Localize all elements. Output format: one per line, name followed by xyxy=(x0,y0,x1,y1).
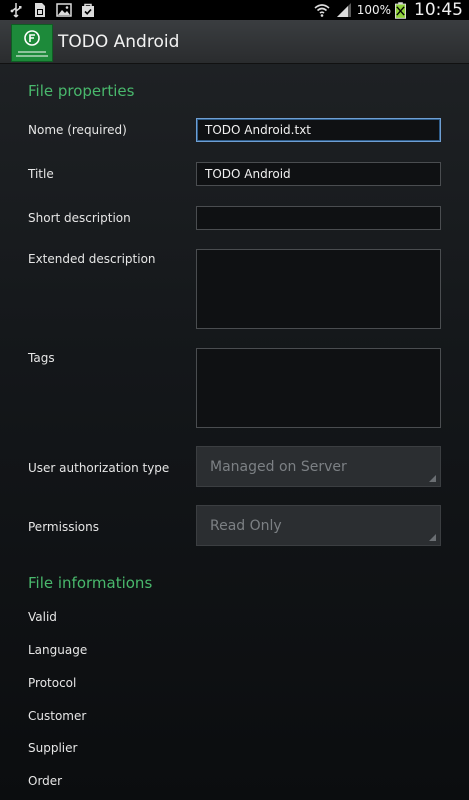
battery-percent: 100% xyxy=(356,3,391,17)
permissions-value: Read Only xyxy=(210,518,282,534)
info-customer-label: Customer xyxy=(28,709,87,723)
file-informations-heading: File informations xyxy=(28,574,153,592)
title-label: Title xyxy=(28,167,54,181)
tags-input[interactable] xyxy=(196,348,441,428)
signal-icon xyxy=(336,3,351,17)
file-properties-heading: File properties xyxy=(28,82,135,100)
notification-icons xyxy=(8,2,96,18)
wifi-icon xyxy=(314,4,330,17)
clock: 10:45 xyxy=(414,0,463,20)
sim-icon xyxy=(35,3,45,17)
action-bar: TODO Android xyxy=(0,20,469,64)
permissions-spinner[interactable]: Read Only xyxy=(196,505,441,546)
name-input[interactable]: TODO Android.txt xyxy=(196,118,441,142)
system-indicators: 100% 10:45 xyxy=(313,0,463,20)
app-logo-icon xyxy=(14,30,50,58)
permissions-label: Permissions xyxy=(28,520,99,534)
info-language-label: Language xyxy=(28,643,88,657)
check-bag-icon xyxy=(82,3,94,17)
extended-description-input[interactable] xyxy=(196,249,441,329)
image-icon xyxy=(56,3,72,17)
auth-type-spinner[interactable]: Managed on Server xyxy=(196,446,441,487)
file-properties-form: File properties Nome (required) TODO And… xyxy=(0,64,469,800)
auth-type-label: User authorization type xyxy=(28,461,170,475)
app-title: TODO Android xyxy=(58,32,180,52)
name-label: Nome (required) xyxy=(28,123,127,137)
info-order-label: Order xyxy=(28,774,63,788)
short-description-input[interactable] xyxy=(196,206,441,230)
extended-description-label: Extended description xyxy=(28,252,156,266)
spinner-arrow-icon xyxy=(429,534,436,541)
battery-icon xyxy=(395,1,406,19)
auth-type-value: Managed on Server xyxy=(210,459,347,475)
info-valid-label: Valid xyxy=(28,610,57,624)
short-description-label: Short description xyxy=(28,211,131,225)
app-logo[interactable] xyxy=(11,24,53,62)
tags-label: Tags xyxy=(28,351,55,365)
title-input[interactable]: TODO Android xyxy=(196,162,441,186)
info-supplier-label: Supplier xyxy=(28,741,78,755)
info-protocol-label: Protocol xyxy=(28,676,77,690)
usb-icon xyxy=(10,3,22,18)
spinner-arrow-icon xyxy=(429,475,436,482)
status-bar: 100% 10:45 xyxy=(0,0,469,20)
